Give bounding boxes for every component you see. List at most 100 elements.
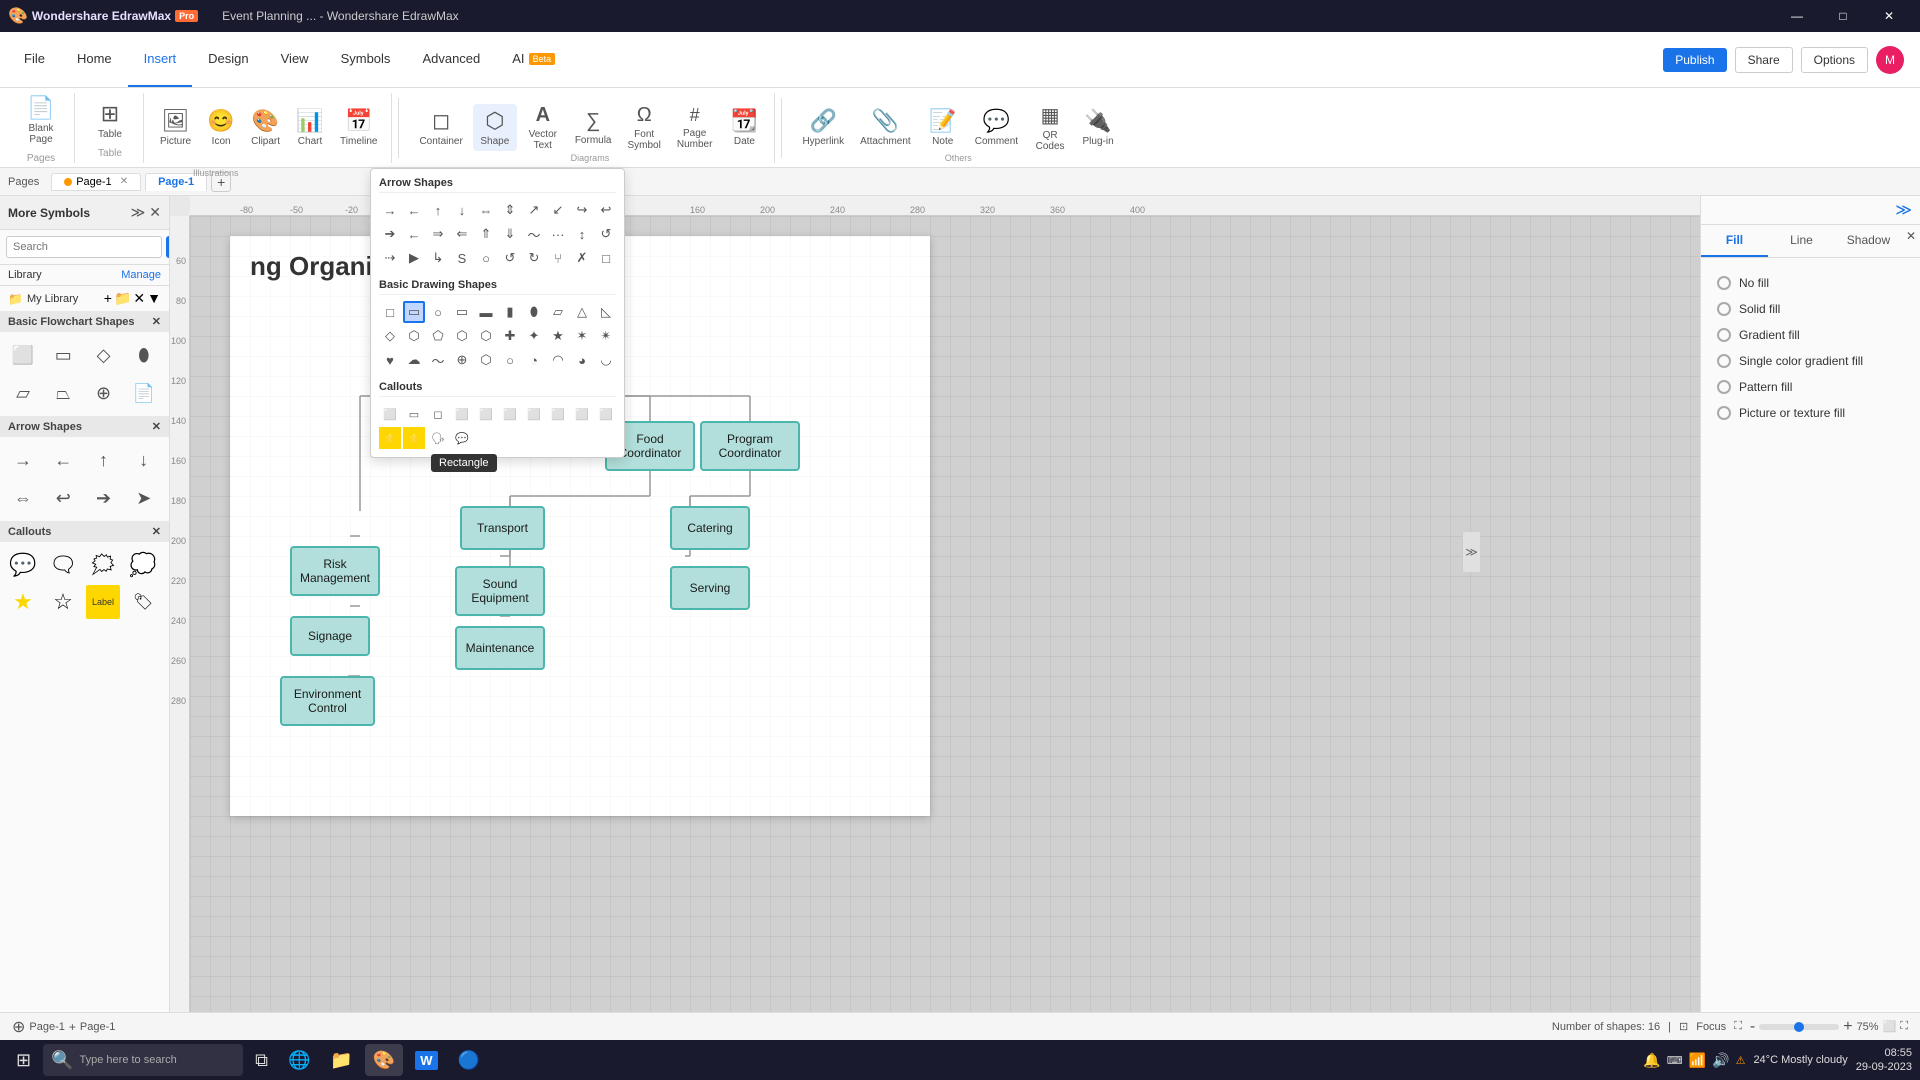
callout-popup-4[interactable]: ⬜	[451, 403, 473, 425]
callout-popup-5[interactable]: ⬜	[475, 403, 497, 425]
collapse-library-icon[interactable]: ▼	[147, 290, 161, 307]
toolbar-page-number[interactable]: # PageNumber	[671, 101, 719, 154]
callouts-close[interactable]: ✕	[152, 525, 161, 538]
panel-close-icon[interactable]: ✕	[149, 204, 161, 221]
shape-doc[interactable]: 📄	[127, 376, 161, 410]
basic-heptagon[interactable]: ⬡	[451, 325, 473, 347]
share-btn[interactable]: Share	[1735, 47, 1793, 73]
page-prev-icon[interactable]: ⊕	[12, 1017, 25, 1037]
arrow-sq-btn[interactable]: □	[595, 247, 617, 269]
arrow-loop-btn[interactable]: ↺	[499, 247, 521, 269]
toolbar-date[interactable]: 📆 Date	[722, 104, 766, 151]
menu-tab-advanced[interactable]: Advanced	[406, 32, 496, 87]
basic-hexagon[interactable]: ⬡	[403, 325, 425, 347]
user-avatar[interactable]: M	[1876, 46, 1904, 74]
callout-oval[interactable]: 🗯	[86, 548, 120, 582]
basic-rect[interactable]: ▭	[403, 301, 425, 323]
menu-tab-home[interactable]: Home	[61, 32, 128, 87]
toolbar-hyperlink[interactable]: 🔗 Hyperlink	[796, 104, 850, 151]
fill-option-single-gradient[interactable]: Single color gradient fill	[1713, 348, 1908, 374]
battery-icon[interactable]: ⚠	[1736, 1054, 1746, 1067]
taskbar-word[interactable]: W	[407, 1044, 445, 1076]
line-tab[interactable]: Line	[1768, 225, 1835, 257]
toolbar-blank-page[interactable]: 📄 BlankPage	[16, 91, 66, 149]
page-add-icon[interactable]: +	[69, 1020, 76, 1034]
callout-popup-6[interactable]: ⬜	[499, 403, 521, 425]
shape-oval[interactable]: ⬮	[127, 338, 161, 372]
toolbar-clipart[interactable]: 🎨 Clipart	[245, 104, 286, 151]
focus-btn[interactable]: Focus	[1696, 1021, 1726, 1033]
arrow-turn-btn[interactable]: ↻	[523, 247, 545, 269]
arrow-down-btn[interactable]: ↓	[451, 199, 473, 221]
callout-rounded[interactable]: 🗨	[46, 548, 80, 582]
node-environment-control[interactable]: Environment Control	[280, 676, 375, 726]
node-maintenance[interactable]: Maintenance	[455, 626, 545, 670]
basic-pie[interactable]: ◕	[571, 349, 593, 371]
toolbar-attachment[interactable]: 📎 Attachment	[854, 104, 917, 151]
arrow-fat-u-btn[interactable]: ⇑	[475, 223, 497, 245]
arrow-shapes-close[interactable]: ✕	[152, 420, 161, 433]
shape-diamond[interactable]: ◇	[87, 338, 121, 372]
arrow-curved-l-btn[interactable]: ↩	[595, 199, 617, 221]
close-btn[interactable]: ✕	[1866, 0, 1912, 32]
shape-rounded[interactable]: ▭	[46, 338, 80, 372]
menu-tab-view[interactable]: View	[265, 32, 325, 87]
callout-tag[interactable]: 🏷	[126, 585, 160, 619]
basic-cylinder[interactable]: ⊕	[451, 349, 473, 371]
menu-tab-file[interactable]: File	[8, 32, 61, 87]
toolbar-table[interactable]: ⊞ Table	[85, 97, 135, 144]
right-panel-toggle[interactable]: ≫	[1462, 532, 1480, 572]
basic-flowchart-section[interactable]: Basic Flowchart Shapes ✕	[0, 311, 169, 332]
arrow-shapes-section[interactable]: Arrow Shapes ✕	[0, 416, 169, 437]
arrow-bent-btn[interactable]: ↳	[427, 247, 449, 269]
basic-star8[interactable]: ✴	[595, 325, 617, 347]
callout-popup-3[interactable]: ◻	[427, 403, 449, 425]
arrow-thick-btn[interactable]: ▶	[403, 247, 425, 269]
node-transport[interactable]: Transport	[460, 506, 545, 550]
callout-label-yellow[interactable]: Label	[86, 585, 120, 619]
toolbar-container[interactable]: ◻ Container	[413, 104, 468, 151]
callout-popup-8[interactable]: ⬜	[547, 403, 569, 425]
fit-page-icon[interactable]: ⬜	[1883, 1020, 1897, 1033]
toolbar-comment[interactable]: 💬 Comment	[969, 104, 1024, 151]
taskbar-search[interactable]: 🔍 Type here to search	[43, 1044, 243, 1076]
toolbar-chart[interactable]: 📊 Chart	[290, 104, 330, 151]
basic-wave[interactable]: 〜	[427, 349, 449, 371]
arrow-double[interactable]: ⇔	[6, 481, 40, 515]
arrow-fat-l-btn[interactable]: ⇐	[451, 223, 473, 245]
arrow-fat-d-btn[interactable]: ⇓	[499, 223, 521, 245]
node-catering[interactable]: Catering	[670, 506, 750, 550]
basic-arc[interactable]: ◠	[547, 349, 569, 371]
taskbar-edge[interactable]: 🌐	[280, 1044, 318, 1076]
menu-tab-insert[interactable]: Insert	[128, 32, 193, 87]
callout-popup-2[interactable]: ▭	[403, 403, 425, 425]
arrow-wave-btn[interactable]: 〜	[523, 223, 545, 245]
arrow-fat-r-btn[interactable]: ⇒	[427, 223, 449, 245]
callout-popup-14[interactable]: 💬	[451, 427, 473, 449]
menu-tab-symbols[interactable]: Symbols	[325, 32, 407, 87]
wifi-icon[interactable]: 📶	[1689, 1052, 1706, 1069]
basic-wide-rect[interactable]: ▬	[475, 301, 497, 323]
toolbar-note[interactable]: 📝 Note	[921, 104, 965, 151]
expand-icon[interactable]: ≫	[131, 204, 146, 221]
toolbar-vector-text[interactable]: A VectorText	[521, 100, 565, 155]
toolbar-qr-codes[interactable]: ▦ QRCodes	[1028, 99, 1072, 156]
basic-rtriangle[interactable]: ◺	[595, 301, 617, 323]
arrow-misc-btn[interactable]: ↺	[595, 223, 617, 245]
taskbar-task-view[interactable]: ⧉	[247, 1044, 276, 1076]
fill-option-solid[interactable]: Solid fill	[1713, 296, 1908, 322]
notifications-icon[interactable]: 🔔	[1643, 1052, 1660, 1069]
basic-chord[interactable]: ◡	[595, 349, 617, 371]
fill-option-no-fill[interactable]: No fill	[1713, 270, 1908, 296]
shape-rect[interactable]: ⬜	[6, 338, 40, 372]
callout-popup-1[interactable]: ⬜	[379, 403, 401, 425]
panel-close-icon[interactable]: ✕	[1902, 225, 1920, 257]
fullscreen-icon[interactable]: ⛶	[1734, 1020, 1742, 1033]
minimize-btn[interactable]: —	[1774, 0, 1820, 32]
callout-popup-7[interactable]: ⬜	[523, 403, 545, 425]
fill-option-pattern[interactable]: Pattern fill	[1713, 374, 1908, 400]
arrow-left-btn[interactable]: ←	[403, 199, 425, 221]
fill-option-gradient[interactable]: Gradient fill	[1713, 322, 1908, 348]
zoom-out-icon[interactable]: -	[1750, 1018, 1755, 1036]
arrow-diag2-btn[interactable]: ↙	[547, 199, 569, 221]
